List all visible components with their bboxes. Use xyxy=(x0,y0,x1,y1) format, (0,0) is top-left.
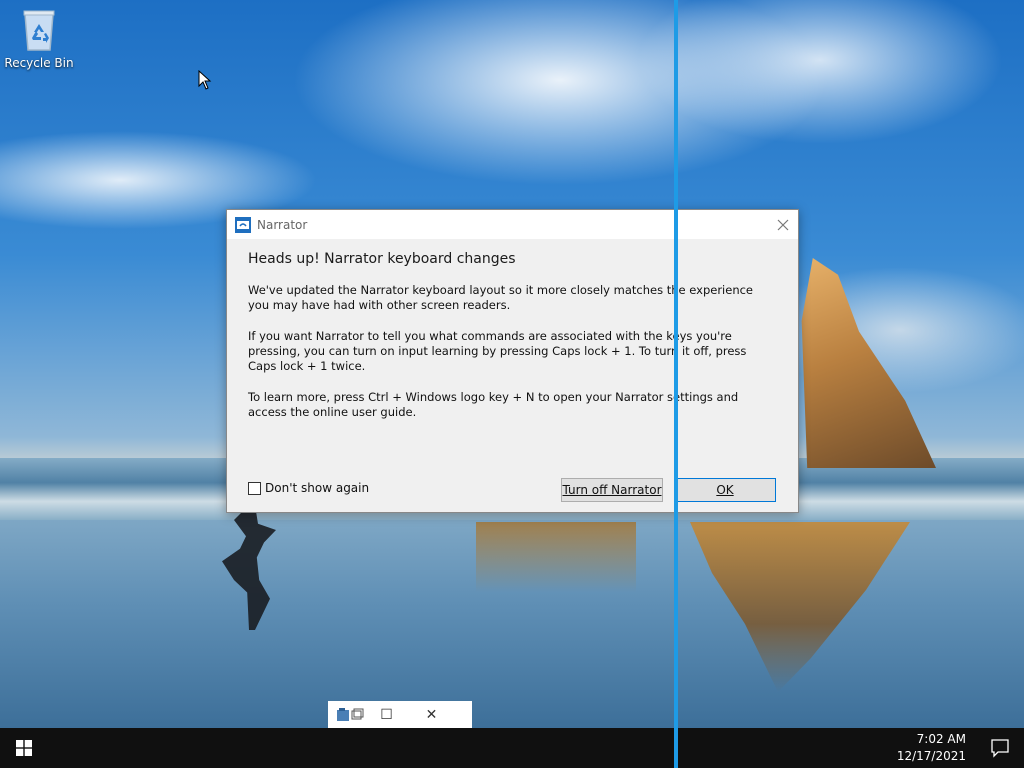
maximize-icon[interactable]: ☐ xyxy=(364,707,409,723)
action-center-icon[interactable] xyxy=(990,738,1010,758)
dialog-paragraph-1: We've updated the Narrator keyboard layo… xyxy=(248,283,754,312)
ok-button[interactable]: OK xyxy=(674,478,776,502)
taskbar: 7:02 AM 12/17/2021 xyxy=(0,728,1024,768)
narrator-dialog: Narrator Heads up! Narrator keyboard cha… xyxy=(226,209,799,513)
taskbar-clock[interactable]: 7:02 AM 12/17/2021 xyxy=(876,731,966,765)
recycle-bin-shortcut[interactable]: Recycle Bin xyxy=(4,8,74,70)
clock-date: 12/17/2021 xyxy=(896,749,966,763)
windows-start-icon xyxy=(16,740,32,756)
close-icon xyxy=(777,219,789,230)
turn-off-narrator-button[interactable]: Turn off Narrator xyxy=(561,478,663,502)
recycle-bin-label: Recycle Bin xyxy=(4,56,74,70)
dialog-content: Heads up! Narrator keyboard changes We'v… xyxy=(227,239,798,420)
app-window-icon[interactable] xyxy=(336,707,364,723)
recycle-bin-icon xyxy=(23,10,55,51)
wallpaper-reflection xyxy=(476,522,636,592)
dialog-titlebar[interactable]: Narrator xyxy=(227,210,798,239)
snap-divider[interactable] xyxy=(674,0,678,768)
dialog-close-button[interactable] xyxy=(768,210,798,239)
dialog-paragraph-3: To learn more, press Ctrl + Windows logo… xyxy=(248,390,739,419)
snapped-window-controls: ☐ ✕ xyxy=(328,701,472,728)
dialog-heading: Heads up! Narrator keyboard changes xyxy=(248,251,516,267)
clock-time: 7:02 AM xyxy=(916,732,966,746)
dialog-title: Narrator xyxy=(257,217,308,232)
checkbox-label[interactable]: Don't show again xyxy=(265,481,369,495)
dialog-footer: Don't show again Turn off Narrator OK xyxy=(227,472,798,512)
dialog-paragraph-2: If you want Narrator to tell you what co… xyxy=(248,329,747,373)
dont-show-again-checkbox[interactable]: Don't show again xyxy=(248,481,369,495)
narrator-icon xyxy=(235,216,251,233)
wallpaper-rock xyxy=(801,258,936,468)
mouse-cursor-icon xyxy=(198,70,212,90)
checkbox-box[interactable] xyxy=(248,481,261,495)
start-button[interactable] xyxy=(0,728,48,768)
close-icon[interactable]: ✕ xyxy=(409,707,454,723)
